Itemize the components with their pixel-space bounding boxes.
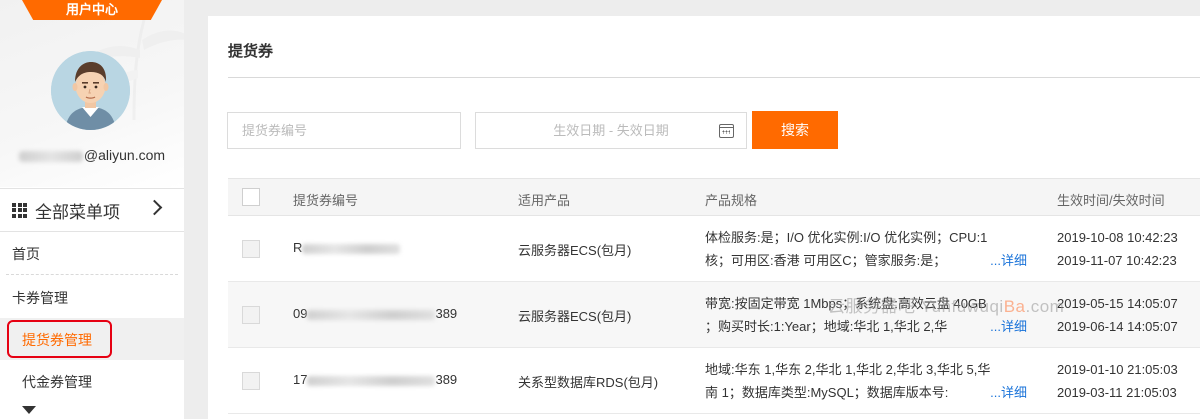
spec-line-1: 体检服务:是；I/O 优化实例:I/O 优化实例；CPU:1 — [705, 230, 988, 245]
row-checkbox[interactable] — [242, 240, 260, 258]
spec-line-2-text: 南 1；数据库类型:MySQL；数据库版本号: — [705, 385, 949, 400]
end-time: 2019-03-11 21:05:03 — [1057, 385, 1177, 400]
date-range-placeholder: 生效日期 - 失效日期 — [553, 123, 669, 138]
sidebar-group-card-management[interactable]: 卡券管理 — [0, 288, 184, 308]
chevron-right-icon — [146, 199, 163, 216]
voucher-number-placeholder: 提货券编号 — [242, 123, 308, 138]
row-checkbox[interactable] — [242, 306, 260, 324]
validity-time: 2019-10-08 10:42:23 2019-11-07 10:42:23 — [1057, 226, 1178, 272]
caret-down-icon[interactable] — [22, 406, 36, 414]
product-name: 关系型数据库RDS(包月) — [518, 375, 659, 390]
voucher-number: R — [293, 240, 401, 255]
voucher-number-suffix: 389 — [435, 372, 458, 387]
avatar[interactable] — [51, 51, 130, 130]
spec-line-2: ；购买时长:1:Year；地域:华北 1,华北 2,华 ...详细 — [705, 315, 1027, 338]
start-time: 2019-05-15 14:05:07 — [1057, 296, 1178, 311]
masked-voucher-number — [307, 375, 436, 386]
menu-divider — [6, 274, 178, 275]
watermark-highlight: Ba — [1003, 297, 1026, 316]
all-menu-button[interactable]: 全部菜单项 — [0, 188, 184, 232]
voucher-number-prefix: 09 — [293, 306, 308, 321]
spec-line-2: 核；可用区:香港 可用区C；管家服务:是； ...详细 — [705, 249, 1027, 272]
product-name: 云服务器ECS(包月) — [518, 309, 632, 324]
table-row: 17 389 关系型数据库RDS(包月) 地域:华东 1,华东 2,华北 1,华北… — [228, 348, 1200, 414]
product-name: 云服务器ECS(包月) — [518, 243, 632, 258]
voucher-number-suffix: 389 — [435, 306, 458, 321]
detail-link[interactable]: ...详细 — [988, 381, 1027, 404]
avatar-illustration — [51, 51, 130, 130]
start-time: 2019-10-08 10:42:23 — [1057, 230, 1178, 245]
sidebar-item-voucher-management[interactable]: 提货券管理 — [0, 330, 184, 350]
date-range-picker[interactable]: 生效日期 - 失效日期 — [475, 112, 747, 149]
spec-line-1: 地域:华东 1,华东 2,华北 1,华北 2,华北 3,华北 5,华 — [705, 362, 991, 377]
user-profile-card: 用户中心 @aliyun.com — [0, 0, 184, 187]
column-header-spec: 产品规格 — [705, 193, 758, 208]
validity-time: 2019-01-10 21:05:03 2019-03-11 21:05:03 — [1057, 358, 1178, 404]
product-spec: 体检服务:是；I/O 优化实例:I/O 优化实例；CPU:1 核；可用区:香港 … — [705, 226, 1027, 272]
product-spec: 地域:华东 1,华东 2,华北 1,华北 2,华北 3,华北 5,华 南 1；数… — [705, 358, 1027, 404]
masked-voucher-number — [307, 309, 436, 320]
sidebar-item-home[interactable]: 首页 — [0, 244, 184, 264]
select-all-checkbox[interactable] — [242, 188, 260, 206]
search-button[interactable]: 搜索 — [752, 111, 838, 149]
table-header: 提货券编号 适用产品 产品规格 生效时间/失效时间 — [228, 178, 1200, 216]
detail-link[interactable]: ...详细 — [988, 315, 1027, 338]
voucher-number: 09 389 — [293, 306, 457, 321]
column-header-product: 适用产品 — [518, 193, 571, 208]
masked-username — [18, 150, 83, 162]
grid-icon — [12, 202, 27, 218]
column-header-time: 生效时间/失效时间 — [1057, 193, 1165, 208]
sidebar-item-cash-voucher-management[interactable]: 代金券管理 — [0, 372, 184, 392]
validity-time: 2019-05-15 14:05:07 2019-06-14 14:05:07 — [1057, 292, 1178, 338]
spec-line-2-text: ；购买时长:1:Year；地域:华北 1,华北 2,华 — [705, 319, 948, 334]
voucher-number-prefix: 17 — [293, 372, 308, 387]
voucher-number-input[interactable]: 提货券编号 — [227, 112, 461, 149]
email-suffix: @aliyun.com — [83, 147, 166, 163]
voucher-number: 17 389 — [293, 372, 457, 387]
calendar-icon[interactable] — [719, 124, 734, 138]
user-email: @aliyun.com — [0, 147, 184, 163]
page-title: 提货券 — [228, 43, 274, 60]
main-panel: 提货券 提货券编号 生效日期 - 失效日期 搜索 提货券编号 适用产品 产品规格… — [208, 16, 1200, 419]
column-header-voucher-number: 提货券编号 — [293, 193, 359, 208]
masked-voucher-number — [302, 243, 401, 254]
end-time: 2019-06-14 14:05:07 — [1057, 319, 1178, 334]
end-time: 2019-11-07 10:42:23 — [1057, 253, 1177, 268]
title-divider — [228, 77, 1200, 78]
watermark-suffix: .com — [1025, 297, 1065, 316]
table-row: R 云服务器ECS(包月) 体检服务:是；I/O 优化实例:I/O 优化实例；C… — [228, 216, 1200, 282]
start-time: 2019-01-10 21:05:03 — [1057, 362, 1178, 377]
all-menu-label: 全部菜单项 — [35, 202, 120, 222]
site-watermark: 云服务器吧 YunfuwuqiBa.com — [828, 292, 1064, 317]
user-center-tab: 用户中心 — [22, 0, 162, 20]
detail-link[interactable]: ...详细 — [988, 249, 1027, 272]
spec-line-2-text: 核；可用区:香港 可用区C；管家服务:是； — [705, 253, 947, 268]
watermark-prefix: 云服务器吧 Yunfuwuqi — [828, 297, 1004, 316]
voucher-number-prefix: R — [293, 240, 303, 255]
spec-line-2: 南 1；数据库类型:MySQL；数据库版本号: ...详细 — [705, 381, 1027, 404]
row-checkbox[interactable] — [242, 372, 260, 390]
sidebar: 用户中心 @aliyun.com 全部菜单项 首页 卡券管理 提货券管理 代金券… — [0, 0, 184, 419]
